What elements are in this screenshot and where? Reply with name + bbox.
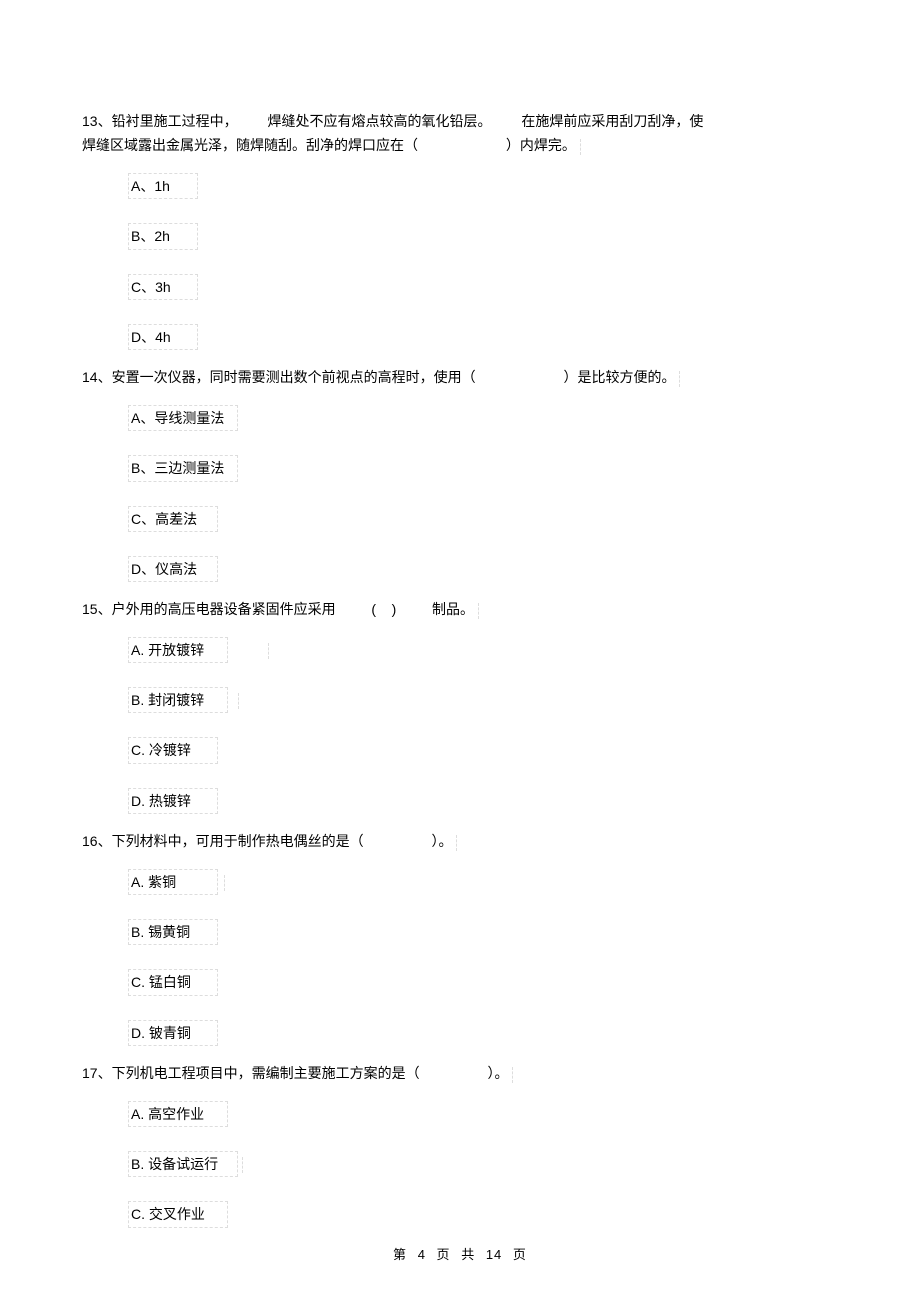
q15-option-b: B. 封闭镀锌	[128, 687, 228, 713]
q14-option-b: B、三边测量法	[128, 455, 238, 481]
question-13-stem: 13、铅衬里施工过程中， 焊缝处不应有熔点较高的氧化铅层。 在施焊前应采用刮刀刮…	[80, 110, 840, 157]
question-16: 16、下列材料中，可用于制作热电偶丝的是（ ）。 A. 紫铜 B. 锡黄铜 C.…	[80, 830, 840, 1046]
q13-option-a: A、1h	[128, 173, 198, 199]
q17-option-a: A. 高空作业	[128, 1101, 228, 1127]
footer-mid1: 页	[437, 1247, 451, 1262]
q16-option-a: A. 紫铜	[128, 869, 218, 895]
q15-option-c: C. 冷镀锌	[128, 737, 218, 763]
question-13: 13、铅衬里施工过程中， 焊缝处不应有熔点较高的氧化铅层。 在施焊前应采用刮刀刮…	[80, 110, 840, 350]
q17-stem-part-1: 17、下列机电工程项目中，需编制主要施工方案的是（	[80, 1062, 422, 1084]
question-17: 17、下列机电工程项目中，需编制主要施工方案的是（ ）。 A. 高空作业 B. …	[80, 1062, 840, 1228]
q13-option-b: B、2h	[128, 223, 198, 249]
question-14-stem: 14、安置一次仪器，同时需要测出数个前视点的高程时，使用（ ）是比较方便的。	[80, 366, 840, 388]
question-15-options: A. 开放镀锌 B. 封闭镀锌 C. 冷镀锌 D. 热镀锌	[80, 637, 840, 815]
q17-stem-part-2: ）。	[485, 1062, 510, 1084]
question-14: 14、安置一次仪器，同时需要测出数个前视点的高程时，使用（ ）是比较方便的。 A…	[80, 366, 840, 582]
q16-option-c: C. 锰白铜	[128, 969, 218, 995]
footer-page-current: 4	[418, 1247, 426, 1262]
q16-stem-part-2: ）。	[429, 830, 454, 852]
q16-stem-part-1: 16、下列材料中，可用于制作热电偶丝的是（	[80, 830, 366, 852]
footer-page-total: 14	[486, 1247, 502, 1262]
q15-option-d: D. 热镀锌	[128, 788, 218, 814]
q13-stem-part-4: 焊缝区域露出金属光泽，随焊随刮。刮净的焊口应在（	[80, 137, 420, 153]
q16-option-d: D. 铍青铜	[128, 1020, 218, 1046]
footer-mid2: 共	[461, 1247, 475, 1262]
question-17-options: A. 高空作业 B. 设备试运行 C. 交叉作业	[80, 1101, 840, 1228]
question-15: 15、户外用的高压电器设备紧固件应采用 ( ) 制品。 A. 开放镀锌 B. 封…	[80, 598, 840, 814]
q14-option-d: D、仪高法	[128, 556, 218, 582]
q15-stem-part-3: 制品。	[430, 598, 476, 620]
footer-suffix: 页	[513, 1247, 527, 1262]
document-page: 13、铅衬里施工过程中， 焊缝处不应有熔点较高的氧化铅层。 在施焊前应采用刮刀刮…	[0, 0, 920, 1284]
q13-stem-part-1: 13、铅衬里施工过程中，	[80, 113, 240, 129]
q13-option-d: D、4h	[128, 324, 198, 350]
question-13-options: A、1h B、2h C、3h D、4h	[80, 173, 840, 351]
q15-stem-part-1: 15、户外用的高压电器设备紧固件应采用	[80, 598, 338, 620]
question-15-stem: 15、户外用的高压电器设备紧固件应采用 ( ) 制品。	[80, 598, 840, 620]
question-14-options: A、导线测量法 B、三边测量法 C、高差法 D、仪高法	[80, 405, 840, 583]
q14-stem-part-2: ）是比较方便的。	[561, 369, 677, 385]
q14-stem-part-1: 14、安置一次仪器，同时需要测出数个前视点的高程时，使用（	[80, 369, 478, 385]
q17-option-c: C. 交叉作业	[128, 1201, 228, 1227]
q15-option-a: A. 开放镀锌	[128, 637, 228, 663]
q14-option-a: A、导线测量法	[128, 405, 238, 431]
question-16-options: A. 紫铜 B. 锡黄铜 C. 锰白铜 D. 铍青铜	[80, 869, 840, 1047]
q15-stem-part-2: ( )	[369, 598, 398, 620]
q13-stem-part-5: ）内焊完。	[504, 137, 578, 153]
question-17-stem: 17、下列机电工程项目中，需编制主要施工方案的是（ ）。	[80, 1062, 840, 1084]
q13-option-c: C、3h	[128, 274, 198, 300]
footer-prefix: 第	[393, 1247, 407, 1262]
q16-option-b: B. 锡黄铜	[128, 919, 218, 945]
q17-option-b: B. 设备试运行	[128, 1151, 238, 1177]
q13-stem-part-2: 焊缝处不应有熔点较高的氧化铅层。	[265, 113, 493, 129]
page-footer: 第 4 页 共 14 页	[0, 1245, 920, 1266]
q14-option-c: C、高差法	[128, 506, 218, 532]
q13-stem-part-3: 在施焊前应采用刮刀刮净，使	[519, 113, 705, 129]
question-16-stem: 16、下列材料中，可用于制作热电偶丝的是（ ）。	[80, 830, 840, 852]
